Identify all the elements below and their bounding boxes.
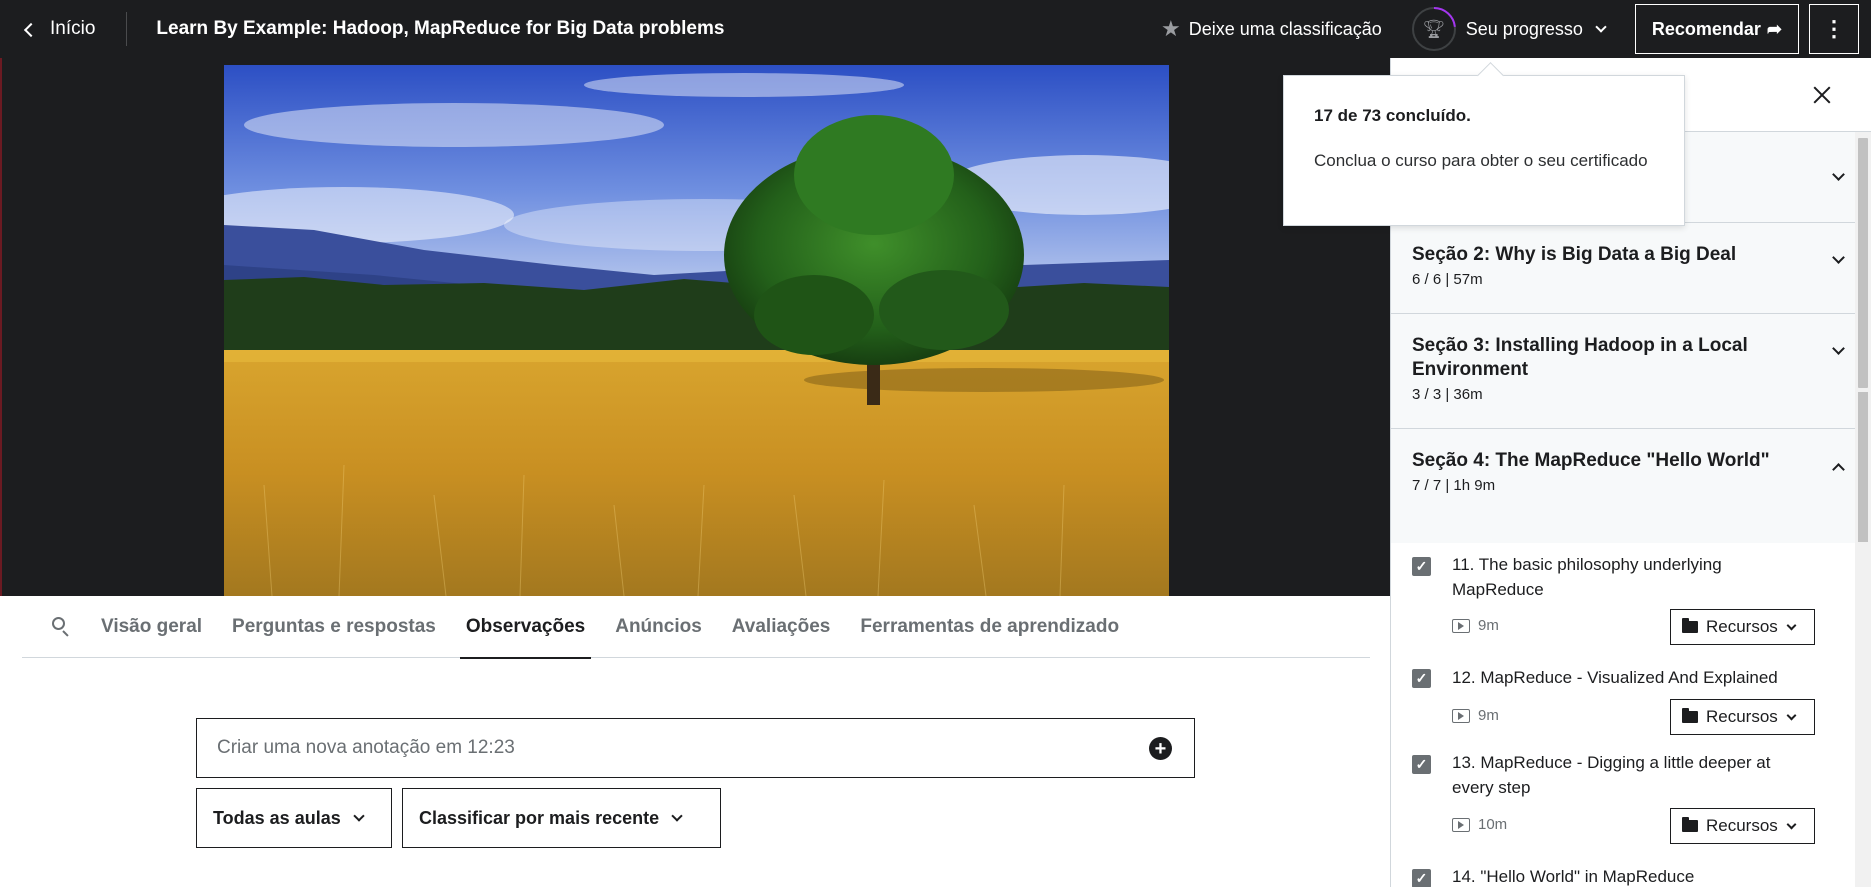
leave-rating-button[interactable]: ★ Deixe uma classificação bbox=[1161, 18, 1382, 40]
scrollbar-thumb[interactable] bbox=[1858, 138, 1868, 388]
section-meta: 7 / 7 | 1h 9m bbox=[1412, 477, 1496, 494]
sidebar-scrollbar[interactable] bbox=[1855, 132, 1871, 887]
resources-dropdown-button[interactable]: Recursos bbox=[1670, 699, 1815, 735]
certificate-hint: Conclua o curso para obter o seu certifi… bbox=[1314, 151, 1648, 170]
lesson-duration-text: 10m bbox=[1478, 816, 1508, 833]
section-4[interactable]: Seção 4: The MapReduce "Hello World" 7 /… bbox=[1391, 429, 1871, 543]
section-title: Seção 2: Why is Big Data a Big Deal bbox=[1412, 244, 1737, 265]
lesson-title: 14. "Hello World" in MapReduce bbox=[1452, 867, 1695, 886]
completed-checkbox[interactable]: ✓ bbox=[1412, 869, 1431, 887]
back-to-home-link[interactable]: Início bbox=[0, 0, 95, 58]
progress-ring-arc bbox=[1411, 7, 1456, 51]
progress-popover: 17 de 73 concluído. Conclua o curso para… bbox=[1283, 75, 1685, 226]
section-meta: 3 / 3 | 36m bbox=[1412, 386, 1483, 403]
lesson-item[interactable]: ✓ 12. MapReduce - Visualized And Explain… bbox=[1391, 657, 1856, 747]
chevron-down-icon bbox=[1595, 21, 1607, 33]
search-tab-button[interactable] bbox=[44, 609, 80, 645]
completed-checkbox[interactable]: ✓ bbox=[1412, 669, 1431, 688]
search-icon-handle bbox=[62, 629, 69, 637]
lesson-title: 13. MapReduce - Digging a little deeper … bbox=[1452, 753, 1771, 797]
top-header: Início Learn By Example: Hadoop, MapRedu… bbox=[0, 0, 1871, 58]
section-2[interactable]: Seção 2: Why is Big Data a Big Deal 6 / … bbox=[1391, 223, 1871, 314]
lesson-title: 12. MapReduce - Visualized And Explained bbox=[1452, 668, 1778, 687]
chevron-down-icon bbox=[1786, 710, 1797, 720]
resources-label: Recursos bbox=[1706, 816, 1778, 835]
lesson-duration-text: 9m bbox=[1478, 707, 1499, 724]
add-note-plus-icon[interactable]: + bbox=[1149, 737, 1172, 760]
lecture-filter-dropdown[interactable]: Todas as aulas bbox=[196, 788, 392, 848]
section-title: Seção 4: The MapReduce "Hello World" bbox=[1412, 450, 1770, 471]
rate-label: Deixe uma classificação bbox=[1188, 18, 1382, 39]
back-label: Início bbox=[50, 18, 96, 39]
lesson-item[interactable]: ✓ 14. "Hello World" in MapReduce bbox=[1391, 861, 1856, 887]
chevron-up-icon bbox=[1832, 463, 1845, 476]
chevron-down-icon bbox=[353, 810, 365, 822]
completed-checkbox[interactable]: ✓ bbox=[1412, 755, 1431, 774]
header-actions: ★ Deixe uma classificação 🏆︎ Seu progres… bbox=[1161, 0, 1871, 58]
chevron-down-icon bbox=[1786, 819, 1797, 829]
section-3[interactable]: Seção 3: Installing Hadoop in a Local En… bbox=[1391, 314, 1871, 429]
chevron-down-icon bbox=[1832, 342, 1845, 355]
recommend-label: Recomendar bbox=[1651, 18, 1761, 39]
resources-dropdown-button[interactable]: Recursos bbox=[1670, 609, 1815, 645]
new-note-placeholder: Criar uma nova anotação em 12:23 bbox=[217, 737, 515, 758]
header-divider bbox=[126, 12, 128, 46]
chevron-down-icon bbox=[1786, 620, 1797, 630]
lesson-duration: 9m bbox=[1452, 617, 1499, 634]
folder-icon bbox=[1682, 817, 1698, 832]
lecture-filter-label: Todas as aulas bbox=[213, 807, 341, 828]
lesson-item[interactable]: ✓ 11. The basic philosophy underlying Ma… bbox=[1391, 543, 1856, 657]
share-arrow-icon: ➦ bbox=[1766, 18, 1782, 39]
tab-notes[interactable]: Observações bbox=[459, 596, 592, 659]
landscape-image bbox=[224, 65, 1169, 596]
resources-label: Recursos bbox=[1706, 617, 1778, 636]
vertical-dots-icon: ⋮ bbox=[1823, 16, 1845, 41]
tab-announcements[interactable]: Anúncios bbox=[615, 596, 702, 658]
section-meta: 6 / 6 | 57m bbox=[1412, 271, 1483, 288]
resources-dropdown-button[interactable]: Recursos bbox=[1670, 808, 1815, 844]
completed-checkbox[interactable]: ✓ bbox=[1412, 557, 1431, 576]
folder-icon bbox=[1682, 708, 1698, 723]
video-frame[interactable] bbox=[224, 65, 1169, 596]
course-title: Learn By Example: Hadoop, MapReduce for … bbox=[156, 18, 725, 39]
progress-summary: 17 de 73 concluído. bbox=[1314, 106, 1471, 125]
new-note-input[interactable]: Criar uma nova anotação em 12:23 + bbox=[196, 718, 1195, 778]
left-edge-line bbox=[0, 58, 2, 596]
chevron-down-icon bbox=[671, 810, 683, 822]
section-title: Seção 3: Installing Hadoop in a Local En… bbox=[1412, 335, 1748, 380]
lesson-item[interactable]: ✓ 13. MapReduce - Digging a little deepe… bbox=[1391, 747, 1856, 861]
video-icon bbox=[1452, 708, 1470, 723]
lesson-duration-text: 9m bbox=[1478, 617, 1499, 634]
lesson-list: ✓ 11. The basic philosophy underlying Ma… bbox=[1391, 543, 1871, 887]
content-tabs: Visão geral Perguntas e respostas Observ… bbox=[22, 596, 1370, 659]
scrollbar-track-highlight bbox=[1858, 392, 1868, 542]
lesson-duration: 9m bbox=[1452, 707, 1499, 724]
folder-icon bbox=[1682, 618, 1698, 633]
chevron-down-icon bbox=[1832, 251, 1845, 264]
progress-dropdown[interactable]: 🏆︎ Seu progresso bbox=[1411, 7, 1607, 51]
resources-label: Recursos bbox=[1706, 707, 1778, 726]
video-player-area bbox=[0, 58, 1390, 596]
progress-label: Seu progresso bbox=[1465, 18, 1583, 39]
more-options-button[interactable]: ⋮ bbox=[1809, 4, 1859, 54]
tab-questions-answers[interactable]: Perguntas e respostas bbox=[232, 596, 436, 658]
close-icon[interactable] bbox=[1813, 86, 1831, 104]
chevron-left-icon bbox=[23, 22, 39, 37]
lesson-duration: 10m bbox=[1452, 816, 1507, 833]
tab-overview[interactable]: Visão geral bbox=[101, 596, 202, 658]
progress-ring: 🏆︎ bbox=[1411, 7, 1456, 51]
sort-label: Classificar por mais recente bbox=[419, 807, 660, 828]
search-icon bbox=[52, 616, 65, 630]
tab-learning-tools[interactable]: Ferramentas de aprendizado bbox=[860, 596, 1119, 658]
tab-reviews[interactable]: Avaliações bbox=[732, 596, 831, 658]
chevron-down-icon bbox=[1832, 168, 1845, 181]
lesson-title: 11. The basic philosophy underlying MapR… bbox=[1452, 555, 1722, 599]
sort-dropdown[interactable]: Classificar por mais recente bbox=[402, 788, 721, 848]
recommend-button[interactable]: Recomendar ➦ bbox=[1634, 4, 1799, 54]
star-icon: ★ bbox=[1160, 16, 1181, 41]
video-icon bbox=[1452, 817, 1470, 832]
video-icon bbox=[1452, 618, 1470, 633]
